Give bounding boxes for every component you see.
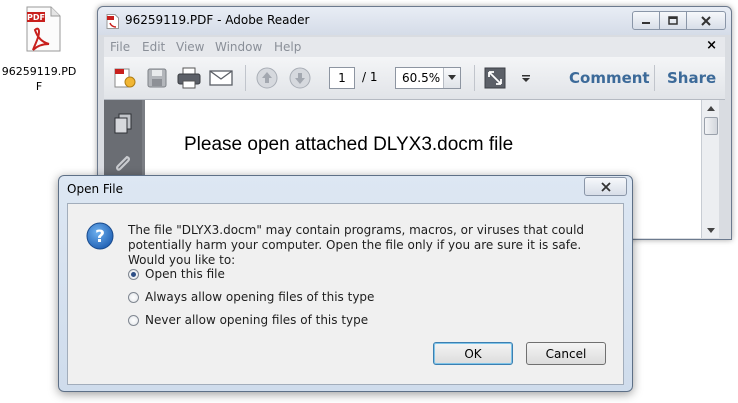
option-label: Always allow opening files of this type xyxy=(145,290,375,304)
toolbar-options-icon[interactable] xyxy=(514,66,540,90)
page-number-input[interactable]: 1 xyxy=(329,67,355,89)
restore-icon xyxy=(668,15,678,25)
menu-bar: File Edit View Window Help × xyxy=(104,37,725,57)
option-always-allow[interactable]: Always allow opening files of this type xyxy=(128,290,374,304)
close-window-button[interactable] xyxy=(686,11,726,30)
dialog-title: Open File xyxy=(67,182,123,196)
page-total: / 1 xyxy=(362,70,378,84)
option-open-this-file[interactable]: Open this file xyxy=(128,267,225,281)
next-page-icon[interactable] xyxy=(287,66,313,90)
window-controls xyxy=(632,11,726,30)
scroll-down-button[interactable] xyxy=(702,222,719,238)
dialog-close-button[interactable] xyxy=(584,177,627,196)
minimize-button[interactable] xyxy=(632,11,660,30)
menu-view[interactable]: View xyxy=(176,40,204,54)
attachments-icon[interactable] xyxy=(111,152,135,176)
option-never-allow[interactable]: Never allow opening files of this type xyxy=(128,313,368,327)
svg-text:?: ? xyxy=(95,227,105,247)
desktop-file-label: 96259119.PDF xyxy=(1,65,77,93)
email-icon[interactable] xyxy=(208,66,234,90)
pdf-app-icon xyxy=(106,14,119,29)
vertical-scrollbar[interactable] xyxy=(701,100,719,238)
dialog-body: ? The file "DLYX3.docm" may contain prog… xyxy=(67,203,624,385)
toolbar-separator xyxy=(245,65,246,91)
main-toolbar: 1 / 1 60.5% Comment Share xyxy=(104,57,725,100)
zoom-select[interactable]: 60.5% xyxy=(395,67,461,89)
close-icon xyxy=(600,181,611,192)
question-icon: ? xyxy=(86,222,114,250)
radio-never-allow[interactable] xyxy=(128,314,139,326)
scroll-up-icon xyxy=(706,105,715,111)
radio-always-allow[interactable] xyxy=(128,291,139,303)
option-label: Never allow opening files of this type xyxy=(145,313,369,327)
radio-open-this-file[interactable] xyxy=(128,268,139,280)
pdf-badge: PDF xyxy=(27,13,45,22)
menu-help[interactable]: Help xyxy=(274,40,301,54)
share-button[interactable]: Share xyxy=(667,69,716,87)
reader-titlebar[interactable]: 96259119.PDF - Adobe Reader xyxy=(98,7,731,35)
toolbar-separator xyxy=(654,65,655,91)
full-screen-icon[interactable] xyxy=(482,66,508,90)
dialog-message: The file "DLYX3.docm" may contain progra… xyxy=(128,223,585,267)
previous-page-icon[interactable] xyxy=(254,66,280,90)
toolbar-separator xyxy=(474,65,475,91)
cancel-button[interactable]: Cancel xyxy=(526,342,606,365)
open-file-dialog: Open File ? The file "DLYX3.docm" may co… xyxy=(58,175,633,392)
zoom-dropdown-button[interactable] xyxy=(443,68,460,88)
scrollbar-thumb[interactable] xyxy=(704,117,718,135)
scroll-down-icon xyxy=(706,227,715,233)
option-label: Open this file xyxy=(145,267,225,281)
close-document-button[interactable]: × xyxy=(706,38,717,53)
comment-button[interactable]: Comment xyxy=(569,69,650,87)
zoom-value: 60.5% xyxy=(402,71,441,85)
menu-file[interactable]: File xyxy=(110,40,130,54)
close-icon xyxy=(701,15,711,26)
reader-window-title: 96259119.PDF - Adobe Reader xyxy=(125,13,310,27)
document-text: Please open attached DLYX3.docm file xyxy=(184,134,514,155)
save-icon[interactable] xyxy=(144,66,170,90)
restore-button[interactable] xyxy=(659,11,687,30)
create-pdf-icon[interactable] xyxy=(112,66,138,90)
pages-thumbnail-icon[interactable] xyxy=(111,112,135,136)
ok-button[interactable]: OK xyxy=(433,342,513,365)
menu-window[interactable]: Window xyxy=(215,40,262,54)
print-icon[interactable] xyxy=(176,66,202,90)
minimize-icon xyxy=(642,21,650,24)
chevron-down-icon xyxy=(448,75,456,80)
scroll-up-button[interactable] xyxy=(702,100,719,116)
menu-edit[interactable]: Edit xyxy=(142,40,165,54)
